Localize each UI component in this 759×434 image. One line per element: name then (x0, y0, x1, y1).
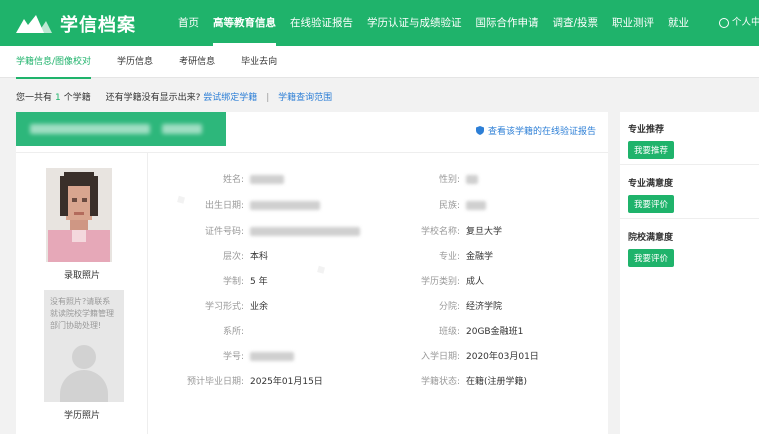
side-title: 专业推荐 (628, 125, 665, 135)
user-icon (719, 18, 729, 28)
verify-link-label: 查看该学籍的在线验证报告 (487, 127, 596, 137)
nav-item-career-test[interactable]: 职业测评 (612, 0, 654, 46)
degree-photo-placeholder: 没有照片?请联系就读院校学籍管理部门协助处理! (44, 290, 124, 402)
divider (620, 164, 759, 165)
field-study-form: 学习形式: 业余 (204, 302, 269, 312)
watermark: ◆ (313, 260, 329, 278)
placeholder-text: 没有照片?请联系就读院校学籍管理部门协助处理! (50, 297, 114, 330)
card-header (16, 112, 226, 146)
redacted-school-name (30, 124, 150, 134)
nav-item-online-report[interactable]: 在线验证报告 (290, 0, 353, 46)
nav-item-higher-education[interactable]: 高等教育信息 (213, 0, 276, 46)
user-center[interactable]: 个人中心 (719, 0, 759, 46)
admission-photo-label: 录取照片 (63, 271, 100, 281)
notice-separator: | (266, 93, 270, 103)
field-id: 证件号码: (176, 224, 360, 237)
shield-icon (475, 126, 484, 135)
top-navbar: 学信档案 首页 高等教育信息 在线验证报告 学历认证与成绩验证 国际合作申请 调… (0, 0, 759, 46)
enrollment-card: ◆ ◆ ◆ 查看该学籍的在线验证报告 (16, 112, 608, 434)
field-gender: 性别: (394, 172, 478, 185)
tab-graduation[interactable]: 毕业去向 (241, 46, 277, 78)
tab-enrollment-info[interactable]: 学籍信息/图像校对 (16, 46, 92, 79)
nav-item-international[interactable]: 国际合作申请 (476, 0, 539, 46)
field-enrollment-date: 入学日期: 2020年03月01日 (420, 352, 539, 362)
major-satisfaction-block: 专业满意度 我要评价 (628, 176, 752, 213)
photo-column: 录取照片 没有照片?请联系就读院校学籍管理部门协助处理! 学历照片 (16, 152, 148, 434)
field-major: 专业: 金融学 (438, 252, 494, 262)
portrait-icon (46, 168, 112, 262)
logo-icon (16, 15, 52, 33)
field-name: 姓名: (176, 172, 284, 185)
field-student-number: 学号: (176, 349, 294, 362)
tab-degree-info[interactable]: 学历信息 (117, 46, 153, 78)
notice-question: 还有学籍没有显示出来? (105, 93, 201, 103)
field-branch: 分院: 经济学院 (438, 302, 503, 312)
redacted-school-name (162, 124, 202, 134)
side-title: 院校满意度 (628, 233, 674, 243)
redacted-value (466, 201, 486, 210)
recommend-button[interactable]: 我要推荐 (628, 141, 675, 159)
field-class: 班级: 20GB金融班1 (438, 327, 524, 337)
admission-photo (46, 168, 112, 262)
avatar-placeholder-body (60, 370, 108, 402)
main-nav: 首页 高等教育信息 在线验证报告 学历认证与成绩验证 国际合作申请 调查/投票 … (178, 0, 703, 46)
query-scope-link[interactable]: 学籍查询范围 (278, 93, 332, 103)
side-panel: 专业推荐 我要推荐 专业满意度 我要评价 院校满意度 我要评价 (620, 112, 759, 434)
redacted-value (250, 175, 284, 184)
school-satisfaction-block: 院校满意度 我要评价 (628, 230, 752, 267)
field-duration: 学制: 5 年 (222, 277, 268, 287)
nav-item-survey[interactable]: 调查/投票 (553, 0, 599, 46)
tab-exam-info[interactable]: 考研信息 (179, 46, 215, 78)
divider (620, 218, 759, 219)
sub-nav: 学籍信息/图像校对 学历信息 考研信息 毕业去向 (0, 46, 759, 79)
field-enrollment-status: 学籍状态: 在籍(注册学籍) (420, 377, 528, 387)
field-department: 系所: (222, 327, 244, 337)
avatar-placeholder-icon (72, 345, 96, 369)
rate-major-button[interactable]: 我要评价 (628, 195, 675, 213)
field-level: 层次: 本科 (222, 252, 269, 262)
view-verification-report-link[interactable]: 查看该学籍的在线验证报告 (475, 124, 596, 137)
degree-photo-label: 学历照片 (63, 411, 100, 421)
field-expected-graduation: 预计毕业日期: 2025年01月15日 (186, 377, 323, 387)
brand-name: 学信档案 (60, 15, 136, 36)
record-count-notice: 您一共有 1 个学籍 还有学籍没有显示出来? 尝试绑定学籍 | 学籍查询范围 (16, 90, 332, 103)
nav-item-employment[interactable]: 就业 (668, 0, 689, 46)
user-center-label: 个人中心 (732, 17, 759, 28)
rate-school-button[interactable]: 我要评价 (628, 249, 675, 267)
nav-item-home[interactable]: 首页 (178, 0, 199, 46)
notice-suffix: 个学籍 (63, 93, 91, 103)
notice-prefix: 您一共有 (16, 93, 53, 103)
field-ethnicity: 民族: (394, 198, 486, 211)
nav-item-certification[interactable]: 学历认证与成绩验证 (367, 0, 462, 46)
side-title: 专业满意度 (628, 179, 674, 189)
redacted-value (250, 227, 360, 236)
field-degree-type: 学历类别: 成人 (420, 277, 485, 287)
field-school: 学校名称: 复旦大学 (420, 227, 503, 237)
redacted-value (250, 352, 294, 361)
record-count: 1 (55, 93, 61, 103)
redacted-value (250, 201, 320, 210)
redacted-value (466, 175, 478, 184)
major-recommend-block: 专业推荐 我要推荐 (628, 122, 752, 159)
bind-record-link[interactable]: 尝试绑定学籍 (203, 93, 257, 103)
field-birth: 出生日期: (176, 198, 320, 211)
logo[interactable]: 学信档案 (14, 11, 136, 37)
